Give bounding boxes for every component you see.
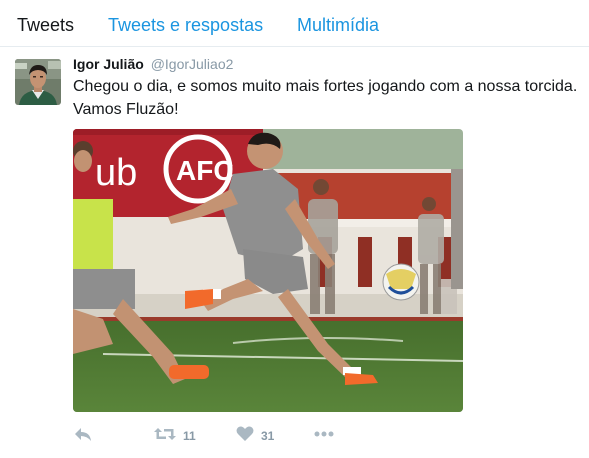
author-username[interactable]: @IgorJuliao2 — [151, 56, 234, 72]
author-fullname[interactable]: Igor Julião — [73, 56, 144, 72]
avatar[interactable] — [15, 59, 61, 105]
like-count: 31 — [261, 429, 275, 443]
tweet-text-line: Vamos Fluzão! — [73, 101, 179, 118]
reply-button[interactable] — [73, 424, 93, 446]
profile-timeline: Tweets Tweets e respostas Multimídia Igo… — [0, 0, 589, 458]
tab-tweets[interactable]: Tweets — [17, 14, 74, 36]
tweet[interactable]: Igor Julião @IgorJuliao2 Chegou o dia, e… — [0, 47, 589, 458]
like-button[interactable]: 31 — [235, 424, 285, 446]
crest-text: AFC — [176, 155, 234, 186]
tweet-actions: 11 31 — [73, 424, 373, 446]
tab-tweets-and-replies[interactable]: Tweets e respostas — [108, 14, 263, 36]
tweet-text-line: Chegou o dia, e somos muito mais fortes … — [73, 78, 578, 95]
tab-media[interactable]: Multimídia — [297, 14, 379, 36]
banner-text: ub — [95, 152, 137, 194]
heart-icon — [235, 424, 285, 444]
tweet-header: Igor Julião @IgorJuliao2 — [73, 55, 233, 73]
retweet-button[interactable]: 11 — [153, 424, 203, 446]
more-button[interactable] — [313, 424, 335, 446]
tweet-photo[interactable]: ub AFC — [73, 129, 463, 412]
retweet-count: 11 — [183, 429, 196, 443]
more-icon — [313, 424, 335, 444]
reply-icon — [73, 424, 93, 444]
tweet-text: Chegou o dia, e somos muito mais fortes … — [73, 75, 583, 121]
profile-tabs: Tweets Tweets e respostas Multimídia — [0, 0, 589, 47]
